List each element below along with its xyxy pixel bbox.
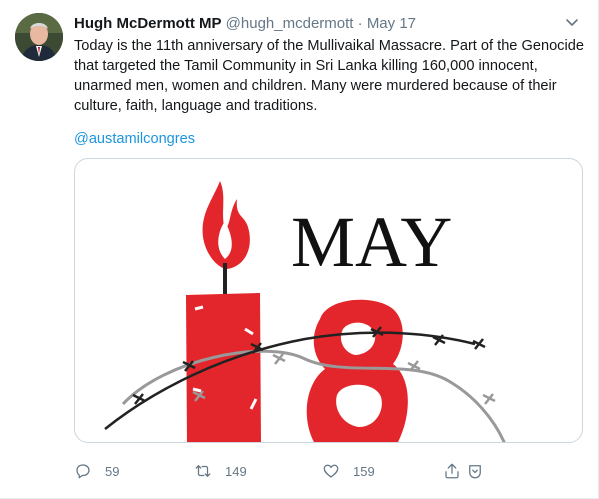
retweet-icon — [195, 465, 211, 477]
may-heading: MAY — [291, 202, 452, 282]
like-icon — [323, 464, 339, 478]
chevron-down-icon — [566, 19, 578, 26]
tweet-text: Today is the 11th anniversary of the Mul… — [74, 38, 584, 114]
header-separator: · — [357, 15, 363, 32]
tweet-card[interactable]: Hugh McDermott MP @hugh_mcdermott · May … — [0, 0, 599, 499]
may-18-poster: MAY — [104, 181, 506, 442]
candle-shape — [186, 293, 261, 442]
like-button[interactable]: 159 — [322, 459, 375, 483]
reply-icon — [76, 464, 90, 479]
reply-count: 59 — [105, 463, 120, 479]
barbed-wire-black — [104, 331, 476, 430]
tweet-date[interactable]: May 17 — [367, 15, 416, 32]
author-name[interactable]: Hugh McDermott MP — [74, 15, 222, 32]
avatar[interactable] — [15, 13, 63, 61]
more-options-button[interactable] — [564, 14, 580, 30]
tip-jar-button[interactable] — [466, 459, 484, 483]
tweet-header: Hugh McDermott MP @hugh_mcdermott · May … — [74, 14, 578, 34]
retweet-count: 149 — [225, 463, 247, 479]
like-count: 159 — [353, 463, 375, 479]
mention-link[interactable]: @austamilcongres — [74, 129, 195, 149]
action-bar: 59 149 159 — [74, 459, 494, 483]
tip-jar-icon — [469, 465, 481, 479]
tweet-image[interactable]: MAY — [74, 158, 583, 443]
share-icon — [445, 463, 459, 479]
avatar-photo — [15, 13, 63, 61]
reply-button[interactable]: 59 — [74, 459, 119, 483]
author-handle[interactable]: @hugh_mcdermott — [226, 15, 354, 32]
share-button[interactable] — [443, 459, 461, 483]
retweet-button[interactable]: 149 — [194, 459, 247, 483]
